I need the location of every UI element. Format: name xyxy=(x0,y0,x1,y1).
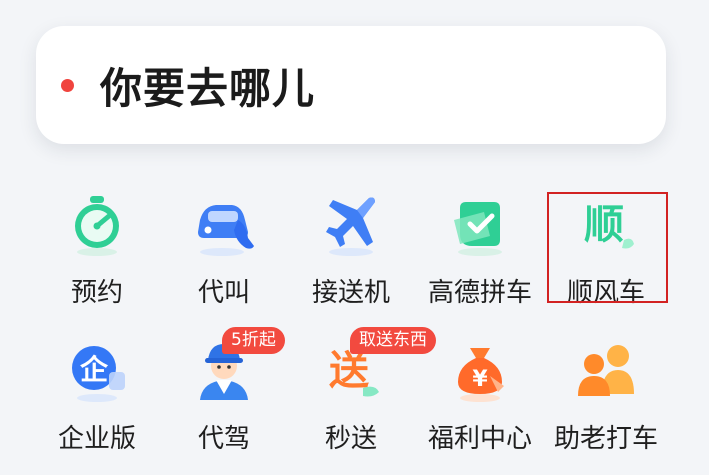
service-reservation[interactable]: 预约 xyxy=(34,190,160,310)
service-label: 助老打车 xyxy=(553,424,658,454)
service-designated-driver[interactable]: 代驾 xyxy=(161,336,287,456)
service-enterprise[interactable]: 企 企业版 xyxy=(34,336,160,456)
service-label: 预约 xyxy=(70,278,123,308)
service-airport-transfer[interactable]: 接送机 xyxy=(288,190,414,310)
discount-badge: 5折起 xyxy=(222,327,285,354)
money-bag-icon: ¥ xyxy=(458,348,504,402)
svg-text:送: 送 xyxy=(329,348,369,394)
svg-text:企: 企 xyxy=(80,353,109,386)
service-label: 福利中心 xyxy=(427,424,532,454)
delivery-badge: 取送东西 xyxy=(350,327,436,354)
svg-text:¥: ¥ xyxy=(472,367,488,392)
service-carpool[interactable]: 高德拼车 xyxy=(417,190,543,310)
service-instant-delivery[interactable]: 送 秒送 xyxy=(288,336,414,456)
service-call-for-others[interactable]: 代叫 xyxy=(161,190,287,310)
service-label: 代叫 xyxy=(197,278,250,308)
service-label: 企业版 xyxy=(57,424,136,454)
location-dot-icon xyxy=(61,78,74,92)
stopwatch-icon xyxy=(75,196,119,256)
destination-search-bar[interactable]: 你要去哪儿 xyxy=(36,26,666,144)
service-label: 高德拼车 xyxy=(427,278,532,308)
highlight-box xyxy=(547,192,668,303)
service-row-2: 企 企业版 代驾 送 秒送 ¥ 福利中心 助老打车 xyxy=(0,336,709,456)
service-label: 秒送 xyxy=(324,424,377,454)
service-rewards-center[interactable]: ¥ 福利中心 xyxy=(417,336,543,456)
service-elderly-taxi[interactable]: 助老打车 xyxy=(543,336,669,456)
service-label: 接送机 xyxy=(311,278,390,308)
airplane-icon xyxy=(326,197,375,256)
enterprise-icon: 企 xyxy=(72,346,125,402)
car-phone-icon xyxy=(198,205,254,256)
destination-prompt: 你要去哪儿 xyxy=(100,63,316,113)
carpool-check-icon xyxy=(454,202,502,256)
elderly-people-icon xyxy=(578,345,634,396)
service-label: 代驾 xyxy=(197,424,250,454)
